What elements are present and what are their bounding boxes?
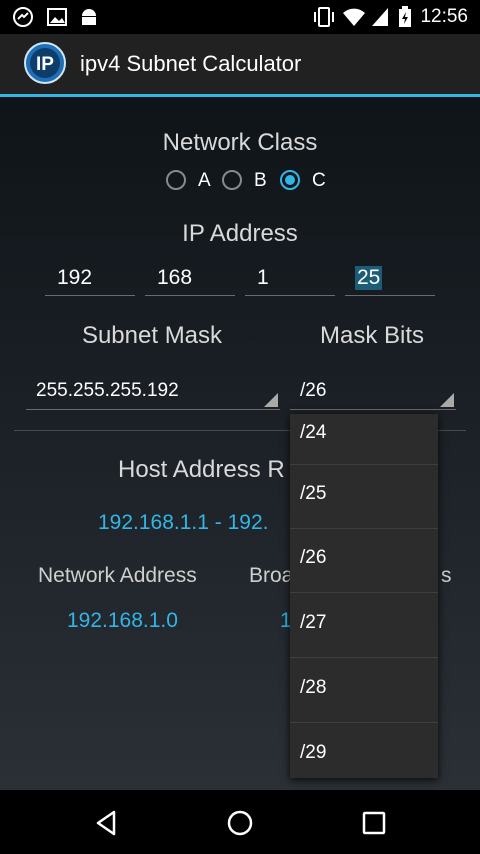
network-address-title: Network Address: [38, 564, 197, 587]
dropdown-item-27[interactable]: /27: [290, 594, 438, 658]
dropdown-item-label: /28: [300, 677, 327, 698]
ip-octet-2-input[interactable]: 168: [145, 262, 235, 296]
subnet-mask-spinner[interactable]: 255.255.255.192: [26, 374, 280, 410]
host-address-range-title: Host Address R: [118, 456, 285, 483]
dropdown-arrow-icon: [440, 393, 454, 407]
wifi-icon: [343, 8, 365, 26]
dropdown-item-label: /26: [300, 547, 327, 568]
sync-icon: [13, 7, 33, 27]
signal-icon: [372, 8, 388, 26]
ip-octet-4-value: 25: [355, 266, 383, 290]
back-icon[interactable]: [94, 810, 118, 836]
app-title: ipv4 Subnet Calculator: [80, 51, 302, 76]
dropdown-item-label: /25: [300, 483, 327, 504]
dropdown-item-24[interactable]: /24: [290, 414, 438, 465]
clock: 12:56: [420, 6, 468, 27]
navigation-bar: [0, 790, 480, 854]
ip-octet-4-input[interactable]: 25: [345, 262, 435, 296]
broadcast-address-title-right: s: [441, 564, 452, 587]
ip-address-title: IP Address: [182, 220, 298, 247]
image-icon: [47, 8, 67, 26]
ip-octet-1-input[interactable]: 192: [45, 262, 135, 296]
ip-octet-3-input[interactable]: 1: [245, 262, 335, 296]
subnet-mask-value: 255.255.255.192: [36, 380, 179, 401]
dropdown-item-label: /24: [300, 422, 327, 443]
subnet-mask-title: Subnet Mask: [81, 322, 223, 349]
radio-class-c[interactable]: [280, 170, 300, 190]
network-class-title: Network Class: [162, 129, 318, 156]
home-icon[interactable]: [227, 810, 253, 836]
battery-charging-icon: [399, 6, 411, 27]
broadcast-address-title-left: Broa: [249, 564, 294, 587]
mask-bits-title: Mask Bits: [319, 322, 424, 349]
ip-octet-2-value: 168: [157, 266, 193, 289]
mask-bits-spinner[interactable]: /26: [290, 374, 456, 410]
radio-class-a-label: A: [198, 170, 211, 191]
host-address-range-value: 192.168.1.1 - 192.: [98, 511, 269, 534]
ip-octet-3-value: 1: [257, 266, 269, 289]
app-logo-text: IP: [36, 54, 54, 75]
dropdown-item-label: /27: [300, 612, 327, 633]
ip-octet-1-value: 192: [57, 266, 93, 289]
dropdown-item-26[interactable]: /26: [290, 529, 438, 593]
radio-class-c-label: C: [312, 170, 326, 191]
radio-class-a[interactable]: [166, 170, 186, 190]
dropdown-item-28[interactable]: /28: [290, 659, 438, 723]
dropdown-item-25[interactable]: /25: [290, 465, 438, 529]
mask-bits-value: /26: [300, 380, 327, 401]
status-bar: 12:56: [0, 0, 480, 34]
android-icon: [82, 9, 96, 25]
dropdown-arrow-icon: [264, 393, 278, 407]
radio-class-b-label: B: [254, 170, 267, 191]
recents-icon[interactable]: [362, 811, 386, 835]
dropdown-item-label: /29: [300, 742, 327, 763]
network-address-value: 192.168.1.0: [67, 609, 178, 632]
vibrate-icon: [314, 7, 334, 27]
app-logo-icon: IP: [24, 42, 66, 84]
dropdown-item-29[interactable]: /29: [290, 724, 438, 778]
radio-class-b[interactable]: [222, 170, 242, 190]
mask-bits-dropdown: /24 /25 /26 /27 /28 /29: [290, 414, 438, 778]
